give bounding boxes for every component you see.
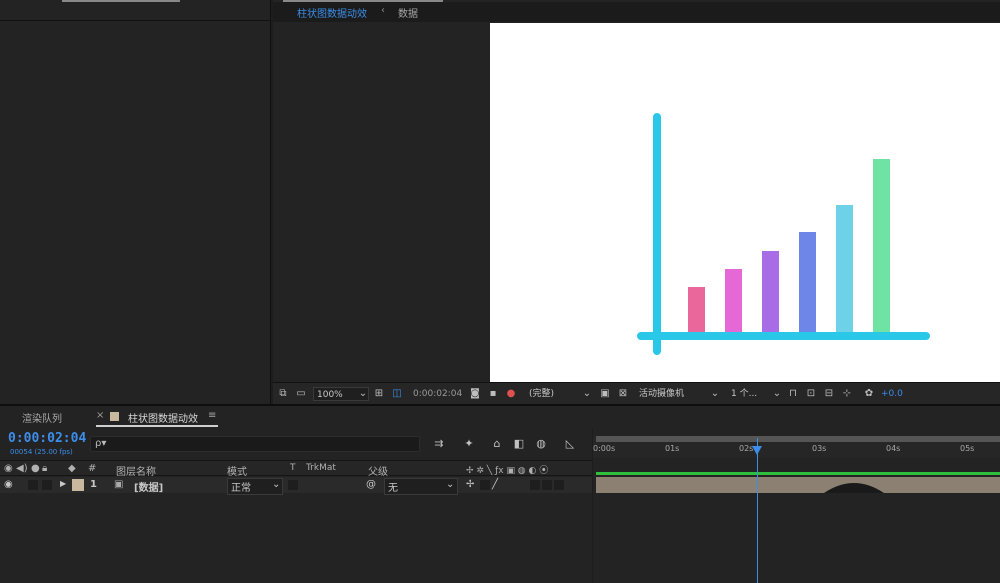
ruler-tick: 05s	[960, 444, 975, 453]
viewer-toolbar: ⧉ ▭ 100% ⌄ ⊞ ◫ 0:00:02:04 ◙ ▪ ● (完整) ⌄ ▣…	[273, 382, 1000, 404]
region-of-interest-icon[interactable]: ▣	[599, 388, 611, 400]
graph-editor-icon[interactable]: ◺	[563, 437, 577, 451]
ruler-tick: 01s	[665, 444, 680, 453]
snapshot-icon[interactable]: ▪	[487, 388, 499, 400]
lock-toggle[interactable]	[42, 480, 52, 490]
monitor-icon[interactable]: ▭	[295, 388, 307, 400]
composition-breadcrumb: 柱状图数据动效 ‹ 数据	[273, 2, 1000, 22]
close-icon[interactable]: ×	[96, 410, 104, 421]
flowchart-icon[interactable]: ⊹	[841, 388, 853, 400]
lock-icon[interactable]: 🔒︎	[42, 463, 47, 474]
switches-icon[interactable]: ✢ ✲ ╲ ƒx ▣ ◍ ◐ ⦿	[466, 463, 548, 476]
color-channels-icon[interactable]: ●	[505, 388, 517, 400]
comp-tab-main[interactable]: 柱状图数据动效	[297, 5, 367, 20]
chart-bar-6	[873, 159, 890, 332]
layer-number: 1	[90, 479, 97, 490]
playhead-handle[interactable]	[752, 446, 762, 455]
motion-blur-icon[interactable]: ◍	[534, 437, 548, 451]
bars-group	[688, 159, 890, 332]
audio-toggle[interactable]	[28, 480, 38, 490]
bar-chart	[637, 113, 930, 355]
after-effects-window: 柱状图数据动效 ‹ 数据 ⧉ ▭ 100% ⌄ ⊞ ◫ 0:00:02:04 ◙…	[0, 0, 1000, 583]
precomp-icon: ▣	[114, 479, 124, 490]
layer-duration-bar[interactable]	[596, 477, 1000, 493]
panel-header-divider	[0, 20, 271, 21]
current-time-display[interactable]: 0:00:02:04	[8, 431, 86, 446]
chevron-down-icon: ⌄	[582, 388, 592, 399]
layer-name[interactable]: [数据]	[134, 479, 163, 494]
column-parent[interactable]: 父级	[368, 463, 388, 478]
quality-switch-icon[interactable]: ╱	[492, 479, 498, 490]
label-color-swatch[interactable]	[72, 479, 84, 491]
camera-icon[interactable]: ◙	[469, 388, 481, 400]
column-mode[interactable]: 模式	[227, 463, 247, 478]
fast-preview-icon[interactable]: ⊡	[805, 388, 817, 400]
column-layer-name[interactable]: 图层名称	[116, 463, 156, 478]
layer-row[interactable]: ◉ ▶ 1 ▣ [数据] 正常 ⌄ @ 无 ⌄ ✢ ╱	[0, 477, 592, 495]
shy-switch-icon[interactable]: ✢	[466, 479, 474, 490]
grid-icon[interactable]: ⊞	[373, 388, 385, 400]
column-t: T	[290, 463, 296, 473]
adjustment-switch[interactable]	[542, 480, 552, 490]
layer-search-input[interactable]: ρ▾	[90, 436, 420, 452]
chevron-down-icon: ⌄	[446, 479, 455, 490]
shy-layers-icon[interactable]: ⌂	[490, 437, 504, 451]
solo-icon[interactable]: ●	[31, 463, 40, 474]
tab-composition[interactable]: 柱状图数据动效	[128, 410, 198, 425]
chevron-down-icon: ⌄	[710, 388, 720, 399]
composition-canvas[interactable]	[490, 23, 1000, 382]
label-icon[interactable]: ◆	[68, 463, 76, 474]
chevron-left-icon: ‹	[381, 5, 385, 16]
audio-icon[interactable]: ◀)	[16, 463, 28, 474]
ruler-tick: 0:00s	[593, 444, 616, 453]
frame-blending-icon[interactable]: ◧	[512, 437, 526, 451]
chart-bar-2	[725, 269, 742, 332]
preserve-transparency-toggle[interactable]	[288, 480, 298, 490]
ruler-tick: 04s	[886, 444, 901, 453]
expand-arrow-icon[interactable]: ▶	[60, 479, 66, 488]
chevron-down-icon: ⌄	[358, 388, 368, 399]
precomp-thumbnail	[824, 483, 884, 493]
composition-swatch	[110, 412, 119, 421]
chart-bar-3	[762, 251, 779, 332]
playhead-line[interactable]	[757, 438, 758, 583]
pixel-aspect-icon[interactable]: ⊓	[787, 388, 799, 400]
tab-render-queue[interactable]: 渲染队列	[22, 410, 62, 425]
viewer-timecode[interactable]: 0:00:02:04	[413, 387, 462, 401]
column-trkmat: TrkMat	[306, 463, 336, 473]
ruler-tick: 03s	[812, 444, 827, 453]
work-area-bar[interactable]	[596, 436, 1000, 442]
transparency-grid-icon[interactable]: ⊠	[617, 388, 629, 400]
eye-icon[interactable]: ◉	[4, 479, 13, 490]
timeline-icon[interactable]: ⊟	[823, 388, 835, 400]
active-tab-underline	[96, 425, 218, 427]
layer-column-header: ◉ ◀) ● 🔒︎ ◆ # 图层名称 模式 T TrkMat 父级 ✢ ✲ ╲ …	[0, 460, 592, 478]
chart-bar-5	[836, 205, 853, 332]
panel-tab-indicator	[62, 0, 180, 2]
menu-icon[interactable]: ≡	[208, 410, 216, 421]
exposure-value[interactable]: +0.0	[881, 387, 903, 401]
pick-whip-icon[interactable]: @	[366, 479, 376, 490]
render-cache-bar	[596, 472, 1000, 475]
column-number: #	[88, 463, 97, 474]
mask-icon[interactable]: ◫	[391, 388, 403, 400]
always-preview-icon[interactable]: ⧉	[277, 388, 289, 400]
3d-switch[interactable]	[554, 480, 564, 490]
chevron-down-icon: ⌄	[272, 479, 281, 490]
eye-icon[interactable]: ◉	[4, 463, 13, 474]
comp-tab-data[interactable]: 数据	[398, 5, 418, 20]
frame-rate-label: 00054 (25.00 fps)	[10, 448, 73, 456]
draft-3d-icon[interactable]: ✦	[462, 437, 476, 451]
effect-switch[interactable]	[530, 480, 540, 490]
exposure-reset-icon[interactable]: ✿	[863, 388, 875, 400]
chart-bar-4	[799, 232, 816, 332]
chevron-down-icon: ⌄	[772, 388, 782, 399]
collapse-switch[interactable]	[480, 480, 490, 490]
timeline-tabs: 渲染队列 × 柱状图数据动效 ≡	[0, 406, 1000, 428]
chart-bar-1	[688, 287, 705, 332]
project-panel	[0, 0, 271, 404]
composition-mini-flowchart-icon[interactable]: ⇉	[432, 437, 446, 451]
